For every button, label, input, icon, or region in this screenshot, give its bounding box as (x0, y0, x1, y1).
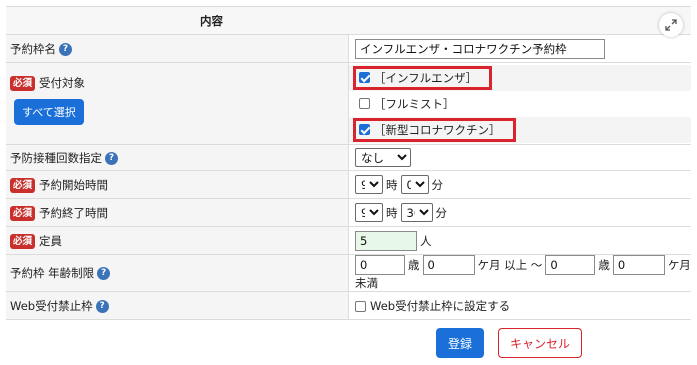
web-block-value-cell: Web受付禁止枠に設定する (348, 291, 691, 320)
required-badge: 必須 (10, 205, 36, 221)
age-limit-label: 予約枠 年齢制限 (10, 266, 95, 280)
select-all-button[interactable]: すべて選択 (14, 99, 84, 125)
age-to-months-input[interactable] (612, 255, 665, 275)
row-target: 必須 受付対象 すべて選択 ［インフルエンザ］ ［フルミスト］ ［新型コロナワクチ… (6, 62, 691, 145)
slot-name-label-cell: 予約枠名? (6, 34, 349, 63)
start-minute-unit: 分 (431, 177, 444, 192)
content-header-label: 内容 (200, 13, 223, 28)
influenza-label: ［インフルエンザ］ (374, 70, 478, 85)
target-label: 受付対象 (39, 76, 86, 90)
end-minute-select[interactable]: 30 (400, 203, 433, 222)
flumist-checkbox[interactable] (359, 98, 370, 109)
start-minute-select[interactable]: 0 (400, 175, 429, 194)
dose-value-cell: なし (348, 144, 691, 171)
required-badge: 必須 (10, 233, 36, 249)
age-limit-label-cell: 予約枠 年齢制限? (6, 254, 349, 292)
age-from-months-input[interactable] (422, 255, 475, 275)
row-age-limit: 予約枠 年齢制限? 歳ケ月 以上 ～歳ケ月 未満 (6, 254, 691, 292)
row-end-time: 必須 予約終了時間 9 時 30 分 (6, 198, 691, 227)
help-icon[interactable]: ? (97, 267, 111, 280)
row-slot-name: 予約枠名? (6, 34, 691, 63)
form-header-row: 内容 (6, 6, 691, 37)
end-time-label: 予約終了時間 (39, 205, 109, 220)
web-block-label-cell: Web受付禁止枠? (6, 291, 349, 320)
end-hour-unit: 時 (386, 205, 398, 220)
row-web-block: Web受付禁止枠? Web受付禁止枠に設定する (6, 291, 691, 320)
help-icon[interactable]: ? (59, 42, 72, 56)
slot-name-input[interactable] (355, 38, 605, 59)
flumist-label: ［フルミスト］ (374, 96, 455, 111)
covid-label: ［新型コロナワクチン］ (374, 122, 501, 137)
capacity-input[interactable] (355, 230, 417, 251)
target-options-cell: ［インフルエンザ］ ［フルミスト］ ［新型コロナワクチン］ (348, 62, 691, 145)
dose-label: 予防接種回数指定 (10, 150, 102, 165)
start-time-label-cell: 必須 予約開始時間 (6, 170, 349, 199)
start-hour-select[interactable]: 9 (355, 175, 383, 194)
influenza-checkbox[interactable] (359, 72, 370, 83)
reservation-slot-form: 内容 予約枠名? 必須受付対象 すべて選択 ［インフルエンザ］ (6, 6, 691, 320)
target-option-covid: ［新型コロナワクチン］ (349, 116, 691, 143)
end-time-label-cell: 必須 予約終了時間 (6, 198, 349, 227)
dose-label-cell: 予防接種回数指定? (6, 144, 349, 171)
required-badge: 必須 (10, 76, 36, 91)
highlight-box: ［新型コロナワクチン］ (353, 117, 516, 142)
age-to-years-input[interactable] (545, 255, 596, 275)
age-from-months-unit: ケ月 以上 ～ (477, 258, 543, 272)
slot-name-label: 予約枠名 (10, 41, 56, 56)
capacity-label: 定員 (39, 233, 63, 248)
dose-select[interactable]: なし (355, 148, 411, 167)
highlight-box: ［インフルエンザ］ (353, 65, 493, 90)
register-button[interactable]: 登録 (436, 328, 484, 358)
capacity-label-cell: 必須 定員 (6, 226, 349, 255)
end-time-value-cell: 9 時 30 分 (348, 198, 691, 227)
age-limit-value-cell: 歳ケ月 以上 ～歳ケ月 未満 (348, 254, 691, 292)
age-to-years-unit: 歳 (598, 258, 610, 272)
capacity-unit: 人 (420, 233, 432, 248)
target-option-flumist: ［フルミスト］ (349, 91, 691, 117)
end-minute-unit: 分 (435, 205, 448, 220)
expand-button[interactable] (659, 13, 683, 37)
target-option-influenza: ［インフルエンザ］ (349, 64, 691, 91)
web-block-checkbox-label: Web受付禁止枠に設定する (370, 298, 511, 313)
expand-icon (665, 19, 677, 31)
end-hour-select[interactable]: 9 (355, 203, 383, 222)
content-column-header: 内容 (6, 6, 691, 37)
slot-name-value-cell (348, 34, 691, 63)
start-time-label: 予約開始時間 (39, 177, 109, 192)
cancel-button[interactable]: キャンセル (498, 328, 582, 358)
age-from-years-unit: 歳 (408, 258, 420, 272)
capacity-value-cell: 人 (348, 226, 691, 255)
help-icon[interactable]: ? (95, 299, 109, 313)
start-time-value-cell: 9 時 0 分 (348, 170, 691, 199)
age-from-years-input[interactable] (355, 255, 405, 275)
covid-checkbox[interactable] (359, 124, 370, 135)
start-hour-unit: 時 (386, 177, 398, 192)
row-start-time: 必須 予約開始時間 9 時 0 分 (6, 170, 691, 199)
row-dose: 予防接種回数指定? なし (6, 144, 691, 171)
web-block-label: Web受付禁止枠 (10, 298, 93, 313)
web-block-checkbox[interactable] (355, 300, 366, 312)
target-label-cell: 必須 受付対象 すべて選択 (6, 62, 349, 145)
row-capacity: 必須定員 人 (6, 226, 691, 255)
required-badge: 必須 (10, 177, 36, 193)
help-icon[interactable]: ? (105, 151, 118, 165)
